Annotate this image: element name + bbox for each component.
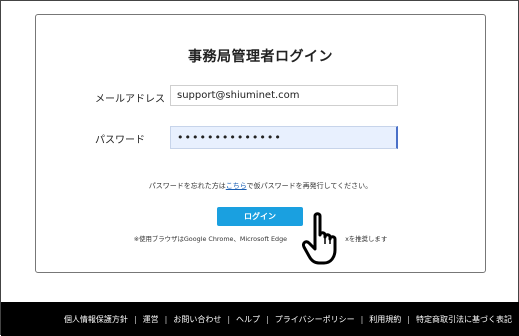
forgot-suffix: で仮パスワードを再発行してください。 [246, 182, 373, 190]
footer-separator: | [360, 315, 364, 324]
footer: 個人情報保護方針 | 運営 | お問い合わせ | ヘルプ | プライバシーポリシー | 利用規約 | 特… [1, 302, 519, 336]
footer-link-terms[interactable]: 利用規約 [369, 315, 401, 324]
footer-separator: | [266, 315, 269, 324]
footer-links: 個人情報保護方針 | 運営 | お問い合わせ | ヘルプ | プライバシーポリシー | 利用規約 | 特… [64, 302, 512, 325]
footer-link-privacy[interactable]: プライバシーポリシー [275, 315, 355, 324]
forgot-password-text: パスワードを忘れた方はこちらで仮パスワードを再発行してください。 [36, 181, 485, 191]
email-field[interactable] [170, 85, 398, 106]
footer-link-operation[interactable]: 運営 [143, 315, 159, 324]
browser-note-right: xを推奨します [345, 235, 388, 243]
email-label: メールアドレス [95, 94, 165, 105]
footer-link-commerce-law[interactable]: 特定商取引法に基づく表記 [416, 315, 512, 324]
footer-link-privacy-policy[interactable]: 個人情報保護方針 [64, 315, 128, 324]
forgot-prefix: パスワードを忘れた方は [148, 182, 226, 190]
footer-separator: | [227, 315, 231, 324]
footer-separator: | [407, 315, 410, 324]
pointing-hand-cursor-icon [302, 212, 337, 265]
password-label: パスワード [95, 135, 145, 146]
browser-note: ※使用ブラウザはGoogle Chrome、Microsoft Edge xを推奨… [36, 234, 485, 243]
browser-note-left: ※使用ブラウザはGoogle Chrome、Microsoft Edge [133, 235, 288, 243]
page-frame: 事務局管理者ログイン メールアドレス パスワード パスワードを忘れた方はこちらで… [0, 0, 519, 336]
footer-link-help[interactable]: ヘルプ [236, 315, 260, 324]
login-button[interactable]: ログイン [217, 207, 303, 226]
forgot-password-link[interactable]: こちら [226, 182, 247, 190]
footer-separator: | [164, 315, 168, 324]
password-field[interactable] [170, 126, 398, 149]
footer-link-contact[interactable]: お問い合わせ [173, 315, 221, 324]
login-card: 事務局管理者ログイン メールアドレス パスワード パスワードを忘れた方はこちらで… [35, 14, 486, 273]
footer-separator: | [133, 315, 137, 324]
page-title: 事務局管理者ログイン [188, 49, 333, 65]
